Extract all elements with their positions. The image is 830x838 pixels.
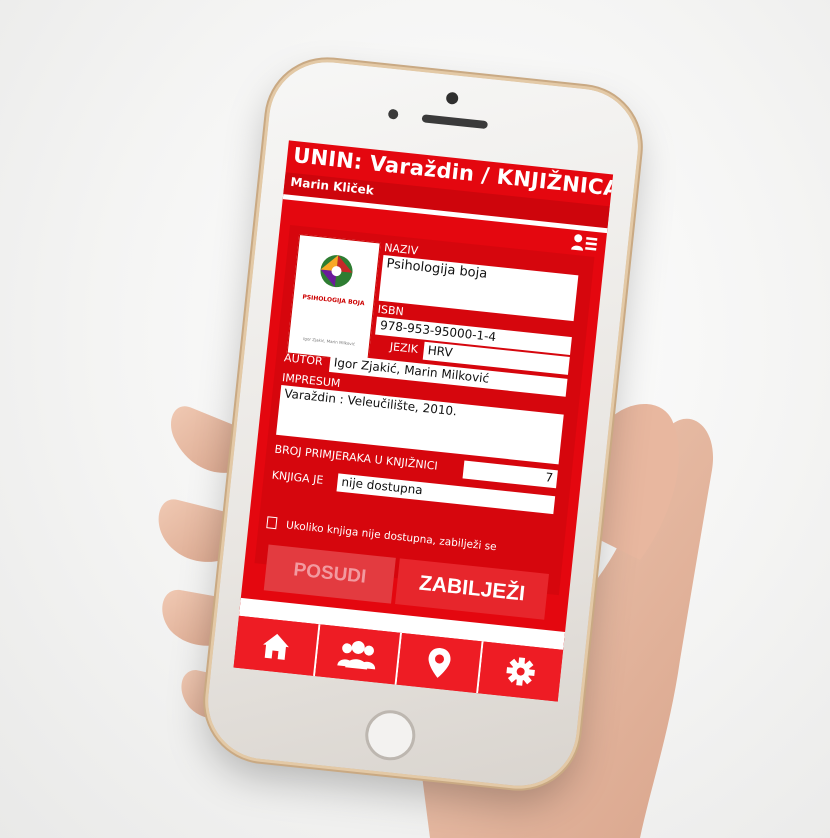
label-isbn: ISBN bbox=[377, 302, 405, 319]
users-icon bbox=[337, 640, 376, 670]
tab-users[interactable] bbox=[315, 624, 403, 685]
home-icon bbox=[263, 633, 289, 660]
phone: UNIN: Varaždin / KNJIŽNICA Marin Kliček … bbox=[202, 56, 644, 792]
tab-home[interactable] bbox=[233, 615, 321, 677]
book-cover-authors: Igor Zjakić, Marin Milković bbox=[303, 336, 356, 347]
edit-note-icon bbox=[266, 516, 278, 530]
user-profile-icon[interactable] bbox=[571, 233, 599, 254]
gear-icon bbox=[506, 657, 535, 686]
book-cover-title: PSIHOLOGIJA BOJA bbox=[301, 293, 365, 308]
tab-location[interactable] bbox=[396, 632, 484, 694]
app-screen: UNIN: Varaždin / KNJIŽNICA Marin Kliček … bbox=[233, 140, 614, 702]
location-pin-icon bbox=[428, 648, 451, 678]
tab-settings[interactable] bbox=[478, 641, 564, 702]
book-cover: PSIHOLOGIJA BOJA Igor Zjakić, Marin Milk… bbox=[286, 234, 381, 362]
book-cover-logo-icon bbox=[320, 255, 353, 288]
label-jezik: JEZIK bbox=[389, 340, 419, 357]
